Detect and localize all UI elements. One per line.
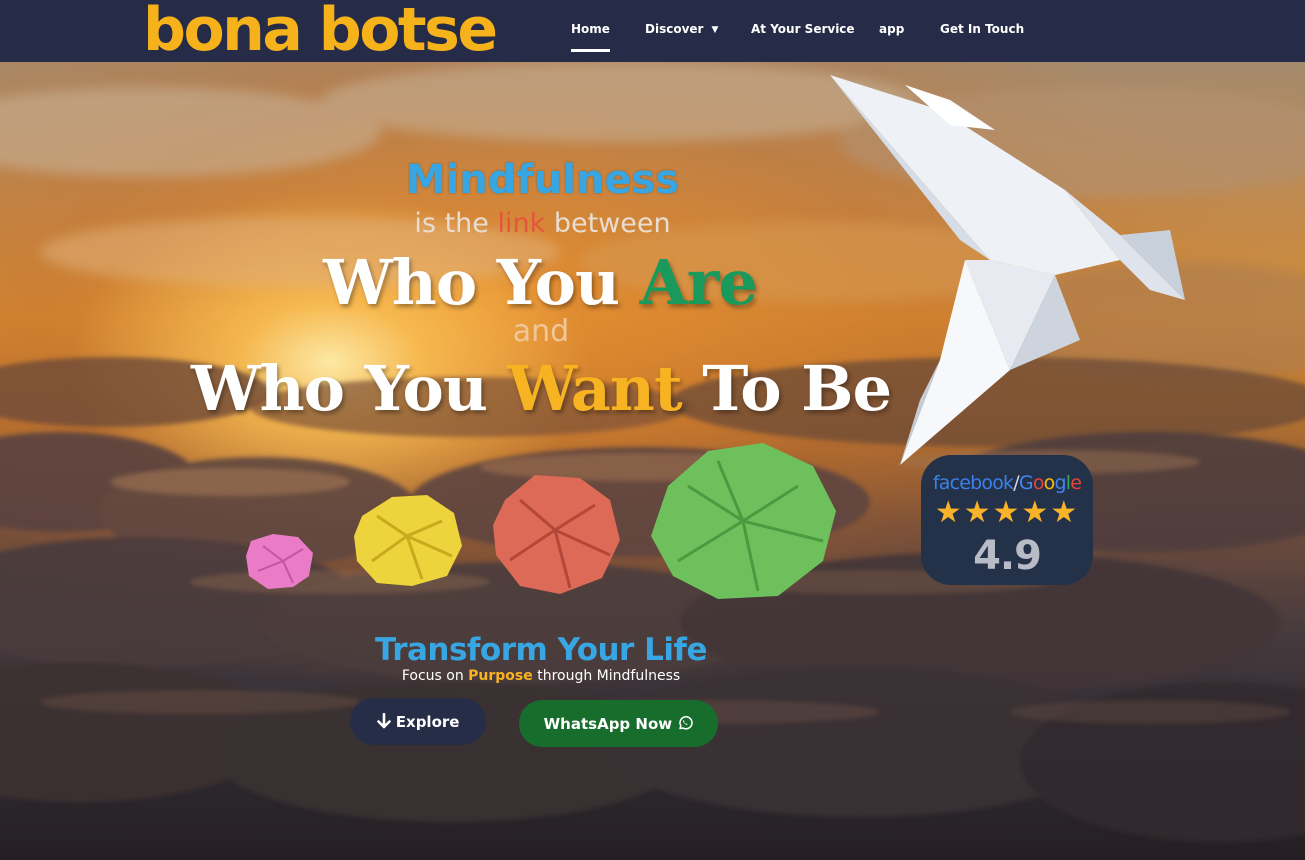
hero-are-pre: Who You xyxy=(323,246,640,319)
hero-want-pre: Who You xyxy=(190,352,508,425)
nav-get-in-touch[interactable]: Get In Touch xyxy=(940,0,1024,62)
tagline-subtitle: Focus on Purpose through Mindfulness xyxy=(360,668,722,684)
green-paper-ball xyxy=(651,443,836,599)
google-letter: g xyxy=(1054,472,1066,494)
logo[interactable]: bona botse xyxy=(143,0,498,66)
rating-badge[interactable]: facebook/Google ★★★★★ 4.9 xyxy=(921,455,1093,585)
hero-and: and xyxy=(512,314,570,349)
nav-home-label: Home xyxy=(571,22,610,36)
explore-button[interactable]: Explore xyxy=(350,698,486,745)
nav-home[interactable]: Home xyxy=(571,0,610,62)
nav-discover-label: Discover xyxy=(645,22,704,36)
hero-are-accent: Are xyxy=(639,246,758,319)
nav-at-your-service[interactable]: At Your Service xyxy=(751,0,855,62)
rating-score: 4.9 xyxy=(973,533,1042,579)
nav-app-label: app xyxy=(879,22,905,36)
hero-link-accent: link xyxy=(497,208,546,239)
hero-link-line: is the link between xyxy=(400,208,685,239)
arrow-down-icon xyxy=(376,712,391,728)
tagline-sub-accent: Purpose xyxy=(468,668,533,684)
chevron-down-icon: ▼ xyxy=(711,25,719,35)
nav-get-in-touch-label: Get In Touch xyxy=(940,22,1025,36)
nav-app[interactable]: app xyxy=(879,0,904,62)
red-paper-ball xyxy=(493,475,620,594)
google-letter: o xyxy=(1032,472,1045,494)
hero-who-you-want-to-be: Who You Want To Be xyxy=(176,352,906,425)
tagline-sub-pre: Focus on xyxy=(401,668,469,684)
facebook-wordmark: facebook xyxy=(932,472,1014,494)
whatsapp-now-button[interactable]: WhatsApp Now xyxy=(519,700,718,747)
google-letter: e xyxy=(1070,472,1082,494)
pink-paper-ball xyxy=(246,534,313,589)
star-rating-icons: ★★★★★ xyxy=(934,496,1080,529)
hero-want-post: To Be xyxy=(681,352,892,425)
nav-discover[interactable]: Discover ▼ xyxy=(645,0,718,62)
hero-want-accent: Want xyxy=(507,352,682,425)
whatsapp-button-label: WhatsApp Now xyxy=(543,714,673,733)
hero-who-you-are: Who You Are xyxy=(300,246,780,319)
yellow-paper-ball xyxy=(354,495,462,586)
hero-link-pre: is the xyxy=(414,208,498,239)
explore-button-label: Explore xyxy=(395,712,460,731)
hero-link-post: between xyxy=(545,208,671,239)
google-letter: G xyxy=(1018,472,1034,494)
tagline-title: Transform Your Life xyxy=(374,632,708,668)
nav-at-your-service-label: At Your Service xyxy=(751,22,855,36)
whatsapp-icon xyxy=(679,715,694,729)
navbar: bona botse Home Discover ▼ At Your Servic… xyxy=(0,0,1305,65)
tagline-sub-post: through Mindfulness xyxy=(532,668,681,684)
hero-mindfulness: Mindfulness xyxy=(405,157,680,203)
google-letter: o xyxy=(1043,472,1056,494)
rating-brand: facebook/Google xyxy=(921,472,1093,494)
